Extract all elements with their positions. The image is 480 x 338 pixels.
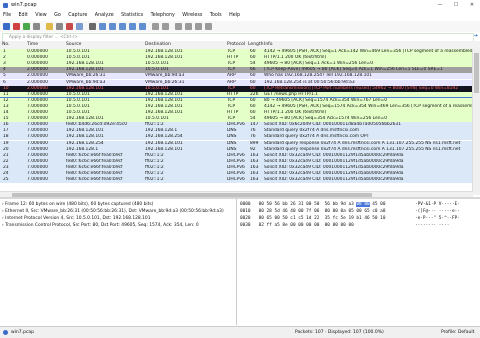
packet-list-vertical-scrollbar[interactable] bbox=[472, 49, 480, 195]
cell-time: 7.000000 bbox=[27, 177, 48, 183]
reload-icon[interactable] bbox=[76, 23, 83, 30]
menu-tools[interactable]: Tools bbox=[210, 11, 222, 21]
hex-off: 0030 bbox=[240, 223, 251, 228]
packet-row[interactable]: 25 7.000000 fe80::6c6c:e66f:fea0:b9cf ff02:… bbox=[0, 177, 473, 184]
detail-text: Transmission Control Protocol, Src Port:… bbox=[5, 223, 199, 228]
apply-filter-icon[interactable]: ➔ bbox=[474, 33, 478, 39]
cell-proto: DHCPv6 bbox=[227, 177, 245, 183]
minimize-button[interactable]: — bbox=[432, 0, 448, 11]
colorize-icon[interactable] bbox=[162, 23, 169, 30]
menu-wireless[interactable]: Wireless bbox=[182, 11, 202, 21]
go-to-packet-icon[interactable] bbox=[119, 23, 126, 30]
packet-bytes-pane: 0000 00 50 56 bb 26 31 00 50 56 bb 9d a3 … bbox=[238, 199, 480, 325]
scrollbar-thumb[interactable] bbox=[474, 53, 479, 93]
go-forward-icon[interactable] bbox=[109, 23, 116, 30]
hex-row[interactable]: 0020 80 65 00 50 c1 c5 1d 22 35 fc 5e 19 … bbox=[240, 215, 460, 222]
close-file-icon[interactable] bbox=[66, 23, 73, 30]
cell-dst: ff02::1:2 bbox=[145, 177, 164, 183]
cell-len: 163 bbox=[250, 177, 259, 183]
column-info[interactable]: Info bbox=[264, 41, 273, 49]
go-back-icon[interactable] bbox=[99, 23, 106, 30]
packet-details-pane: › Frame 12: 60 bytes on wire (480 bits),… bbox=[0, 199, 237, 325]
status-profile[interactable]: Profile: Default bbox=[441, 327, 474, 338]
hex-post: 45 00 bbox=[369, 202, 386, 207]
normal-size-icon[interactable] bbox=[195, 23, 202, 30]
zoom-in-icon[interactable] bbox=[175, 23, 182, 30]
hex-off: 0000 bbox=[240, 202, 251, 207]
menu-telephony[interactable]: Telephony bbox=[151, 11, 175, 21]
hex-row[interactable]: 0030 02 ff a5 8e 00 00 00 00 00 00 00 00 ·… bbox=[240, 222, 449, 229]
first-packet-icon[interactable] bbox=[129, 23, 136, 30]
status-packets: Packets: 107 · Displayed: 107 (100.0%) bbox=[295, 330, 384, 335]
detail-text: Internet Protocol Version 4, Src: 10.5.0… bbox=[5, 216, 151, 221]
column-source[interactable]: Source bbox=[66, 41, 81, 49]
menu-file[interactable]: File bbox=[3, 11, 11, 21]
detail-tree-item[interactable]: › Frame 12: 60 bytes on wire (480 bits),… bbox=[2, 201, 234, 208]
detail-text: Ethernet II, Src: VMware_bb:26:31 (00:50… bbox=[5, 209, 224, 214]
menu-statistics[interactable]: Statistics bbox=[121, 11, 143, 21]
menu-view[interactable]: View bbox=[35, 11, 46, 21]
hex-ascii: ·e·P···" 5·^··FP· bbox=[415, 216, 460, 221]
menu-edit[interactable]: Edit bbox=[19, 11, 28, 21]
column-time[interactable]: Time bbox=[27, 41, 38, 49]
cell-src: fe80::6c6c:e66f:fea0:b9cf bbox=[66, 177, 123, 183]
menu-analyze[interactable]: Analyze bbox=[95, 11, 114, 21]
hex-off: 0010 bbox=[240, 209, 251, 214]
menu-help[interactable]: Help bbox=[229, 11, 240, 21]
detail-text: Frame 12: 60 bytes on wire (480 bits), 6… bbox=[5, 202, 154, 207]
hex-ascii: ·(]F@··· ·····e·· bbox=[415, 209, 460, 214]
hex-pre: 80 65 00 50 c1 c5 1d 22 35 fc 5e 19 b1 4… bbox=[258, 216, 386, 221]
column-length[interactable]: Length bbox=[248, 41, 264, 49]
hex-row[interactable]: 0010 00 28 5d 46 40 00 7f 06 00 00 0a 05 … bbox=[240, 208, 460, 215]
hex-off: 0020 bbox=[240, 216, 251, 221]
column-destination[interactable]: Destination bbox=[145, 41, 171, 49]
window-title: win7.pcap bbox=[11, 2, 37, 8]
hex-ascii: ········ ···· bbox=[415, 223, 450, 228]
detail-tree-item[interactable]: › Ethernet II, Src: VMware_bb:26:31 (00:… bbox=[2, 208, 234, 215]
status-bar: win7.pcap Packets: 107 · Displayed: 107 … bbox=[0, 326, 480, 338]
hex-ascii: ·PV·&1·P V·····E· bbox=[415, 202, 460, 207]
resize-columns-icon[interactable] bbox=[205, 23, 212, 30]
find-packet-icon[interactable] bbox=[89, 23, 96, 30]
stop-capture-icon[interactable] bbox=[13, 23, 20, 30]
hex-pre: 00 28 5d 46 40 00 7f 06 00 00 0a 05 00 6… bbox=[258, 209, 386, 214]
menu-go[interactable]: Go bbox=[54, 11, 61, 21]
close-button[interactable]: ✕ bbox=[464, 0, 480, 11]
wireshark-icon bbox=[3, 3, 8, 8]
autoscroll-icon[interactable] bbox=[152, 23, 159, 30]
status-file: win7.pcap bbox=[11, 330, 35, 335]
detail-tree-item[interactable]: › Transmission Control Protocol, Src Por… bbox=[2, 222, 234, 229]
cell-no: 25 bbox=[3, 177, 9, 183]
cell-info: Solicit XID: 0x32ca49 CID: 00010001129f1… bbox=[264, 177, 404, 183]
menu-bar: File Edit View Go Capture Analyze Statis… bbox=[0, 11, 480, 21]
detail-tree-item[interactable]: › Internet Protocol Version 4, Src: 10.5… bbox=[2, 215, 234, 222]
capture-options-icon[interactable] bbox=[33, 23, 40, 30]
column-no[interactable]: No. bbox=[2, 41, 9, 49]
hex-pre: 02 ff a5 8e 00 00 00 00 00 00 00 00 bbox=[258, 223, 354, 228]
restart-capture-icon[interactable] bbox=[23, 23, 30, 30]
column-protocol[interactable]: Protocol bbox=[227, 41, 245, 49]
last-packet-icon[interactable] bbox=[139, 23, 146, 30]
packet-list: 1 0.000000 10.5.0.101 192.168.128.101 TCP 60 4… bbox=[0, 49, 480, 191]
hex-pre: 00 50 56 bb 26 31 00 50 56 bb 9d a3 bbox=[258, 202, 357, 207]
expert-info-icon[interactable] bbox=[3, 330, 8, 335]
open-file-icon[interactable] bbox=[46, 23, 53, 30]
maximize-button[interactable]: ☐ bbox=[448, 0, 464, 11]
menu-capture[interactable]: Capture bbox=[68, 11, 87, 21]
save-file-icon[interactable] bbox=[56, 23, 63, 30]
start-capture-icon[interactable] bbox=[3, 23, 10, 30]
hex-row[interactable]: 0000 00 50 56 bb 26 31 00 50 56 bb 9d a3 … bbox=[240, 201, 460, 208]
hex-hl: 08 00 bbox=[356, 202, 370, 207]
zoom-out-icon[interactable] bbox=[185, 23, 192, 30]
